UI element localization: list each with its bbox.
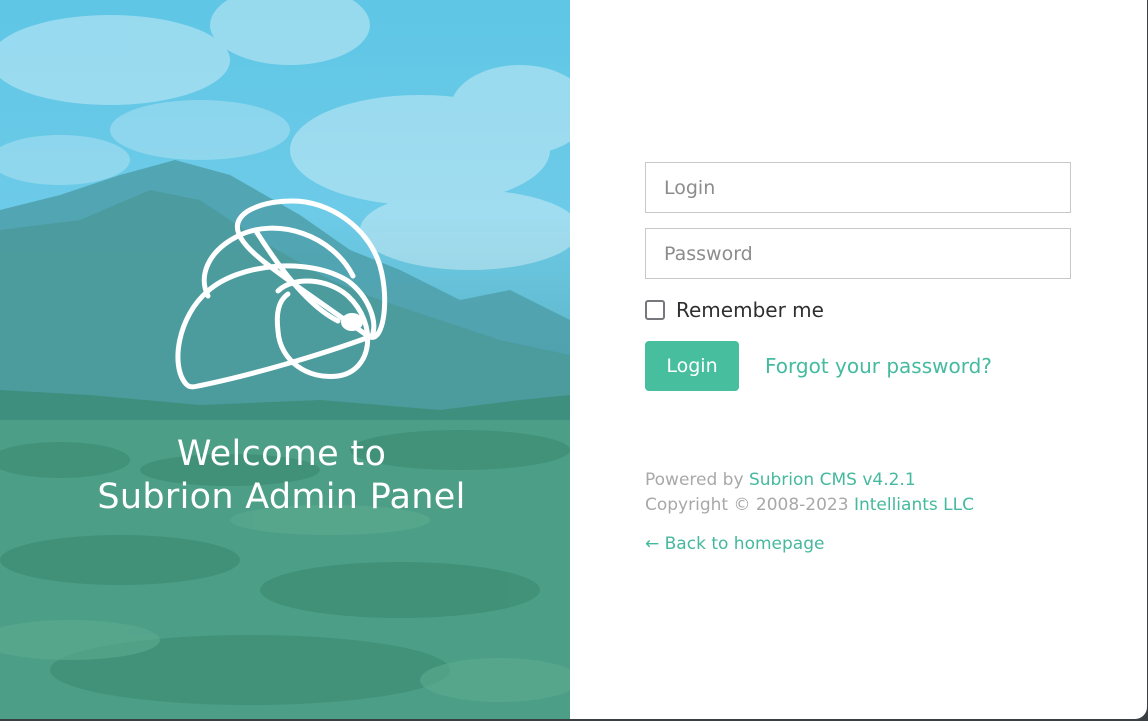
remember-me-checkbox[interactable] xyxy=(645,300,665,320)
login-button[interactable]: Login xyxy=(645,341,739,391)
form-actions: Login Forgot your password? xyxy=(645,341,1071,391)
login-page: Welcome to Subrion Admin Panel Remember … xyxy=(0,0,1147,719)
copyright-text: Copyright © 2008-2023 xyxy=(645,495,849,515)
remember-me-label: Remember me xyxy=(676,298,824,322)
copyright-line: Copyright © 2008-2023 Intelliants LLC xyxy=(645,493,1071,518)
welcome-heading-line2: Subrion Admin Panel xyxy=(97,477,466,517)
powered-by-line: Powered by Subrion CMS v4.2.1 xyxy=(645,468,1071,493)
hero-panel: Welcome to Subrion Admin Panel xyxy=(0,0,570,719)
intelliants-link[interactable]: Intelliants LLC xyxy=(854,495,974,515)
subrion-cms-link[interactable]: Subrion CMS v4.2.1 xyxy=(749,470,916,490)
back-to-homepage-link[interactable]: ← Back to homepage xyxy=(645,534,824,554)
subrion-logo-icon xyxy=(175,198,388,390)
password-input[interactable] xyxy=(645,228,1071,279)
forgot-password-link[interactable]: Forgot your password? xyxy=(765,354,992,378)
remember-me[interactable]: Remember me xyxy=(645,298,1071,322)
powered-by-text: Powered by xyxy=(645,470,744,490)
login-input[interactable] xyxy=(645,162,1071,213)
welcome-heading: Welcome to Subrion Admin Panel xyxy=(0,433,563,519)
footer-info: Powered by Subrion CMS v4.2.1 Copyright … xyxy=(645,468,1071,518)
login-form: Remember me Login Forgot your password? … xyxy=(645,162,1071,554)
welcome-heading-line1: Welcome to xyxy=(176,434,387,474)
